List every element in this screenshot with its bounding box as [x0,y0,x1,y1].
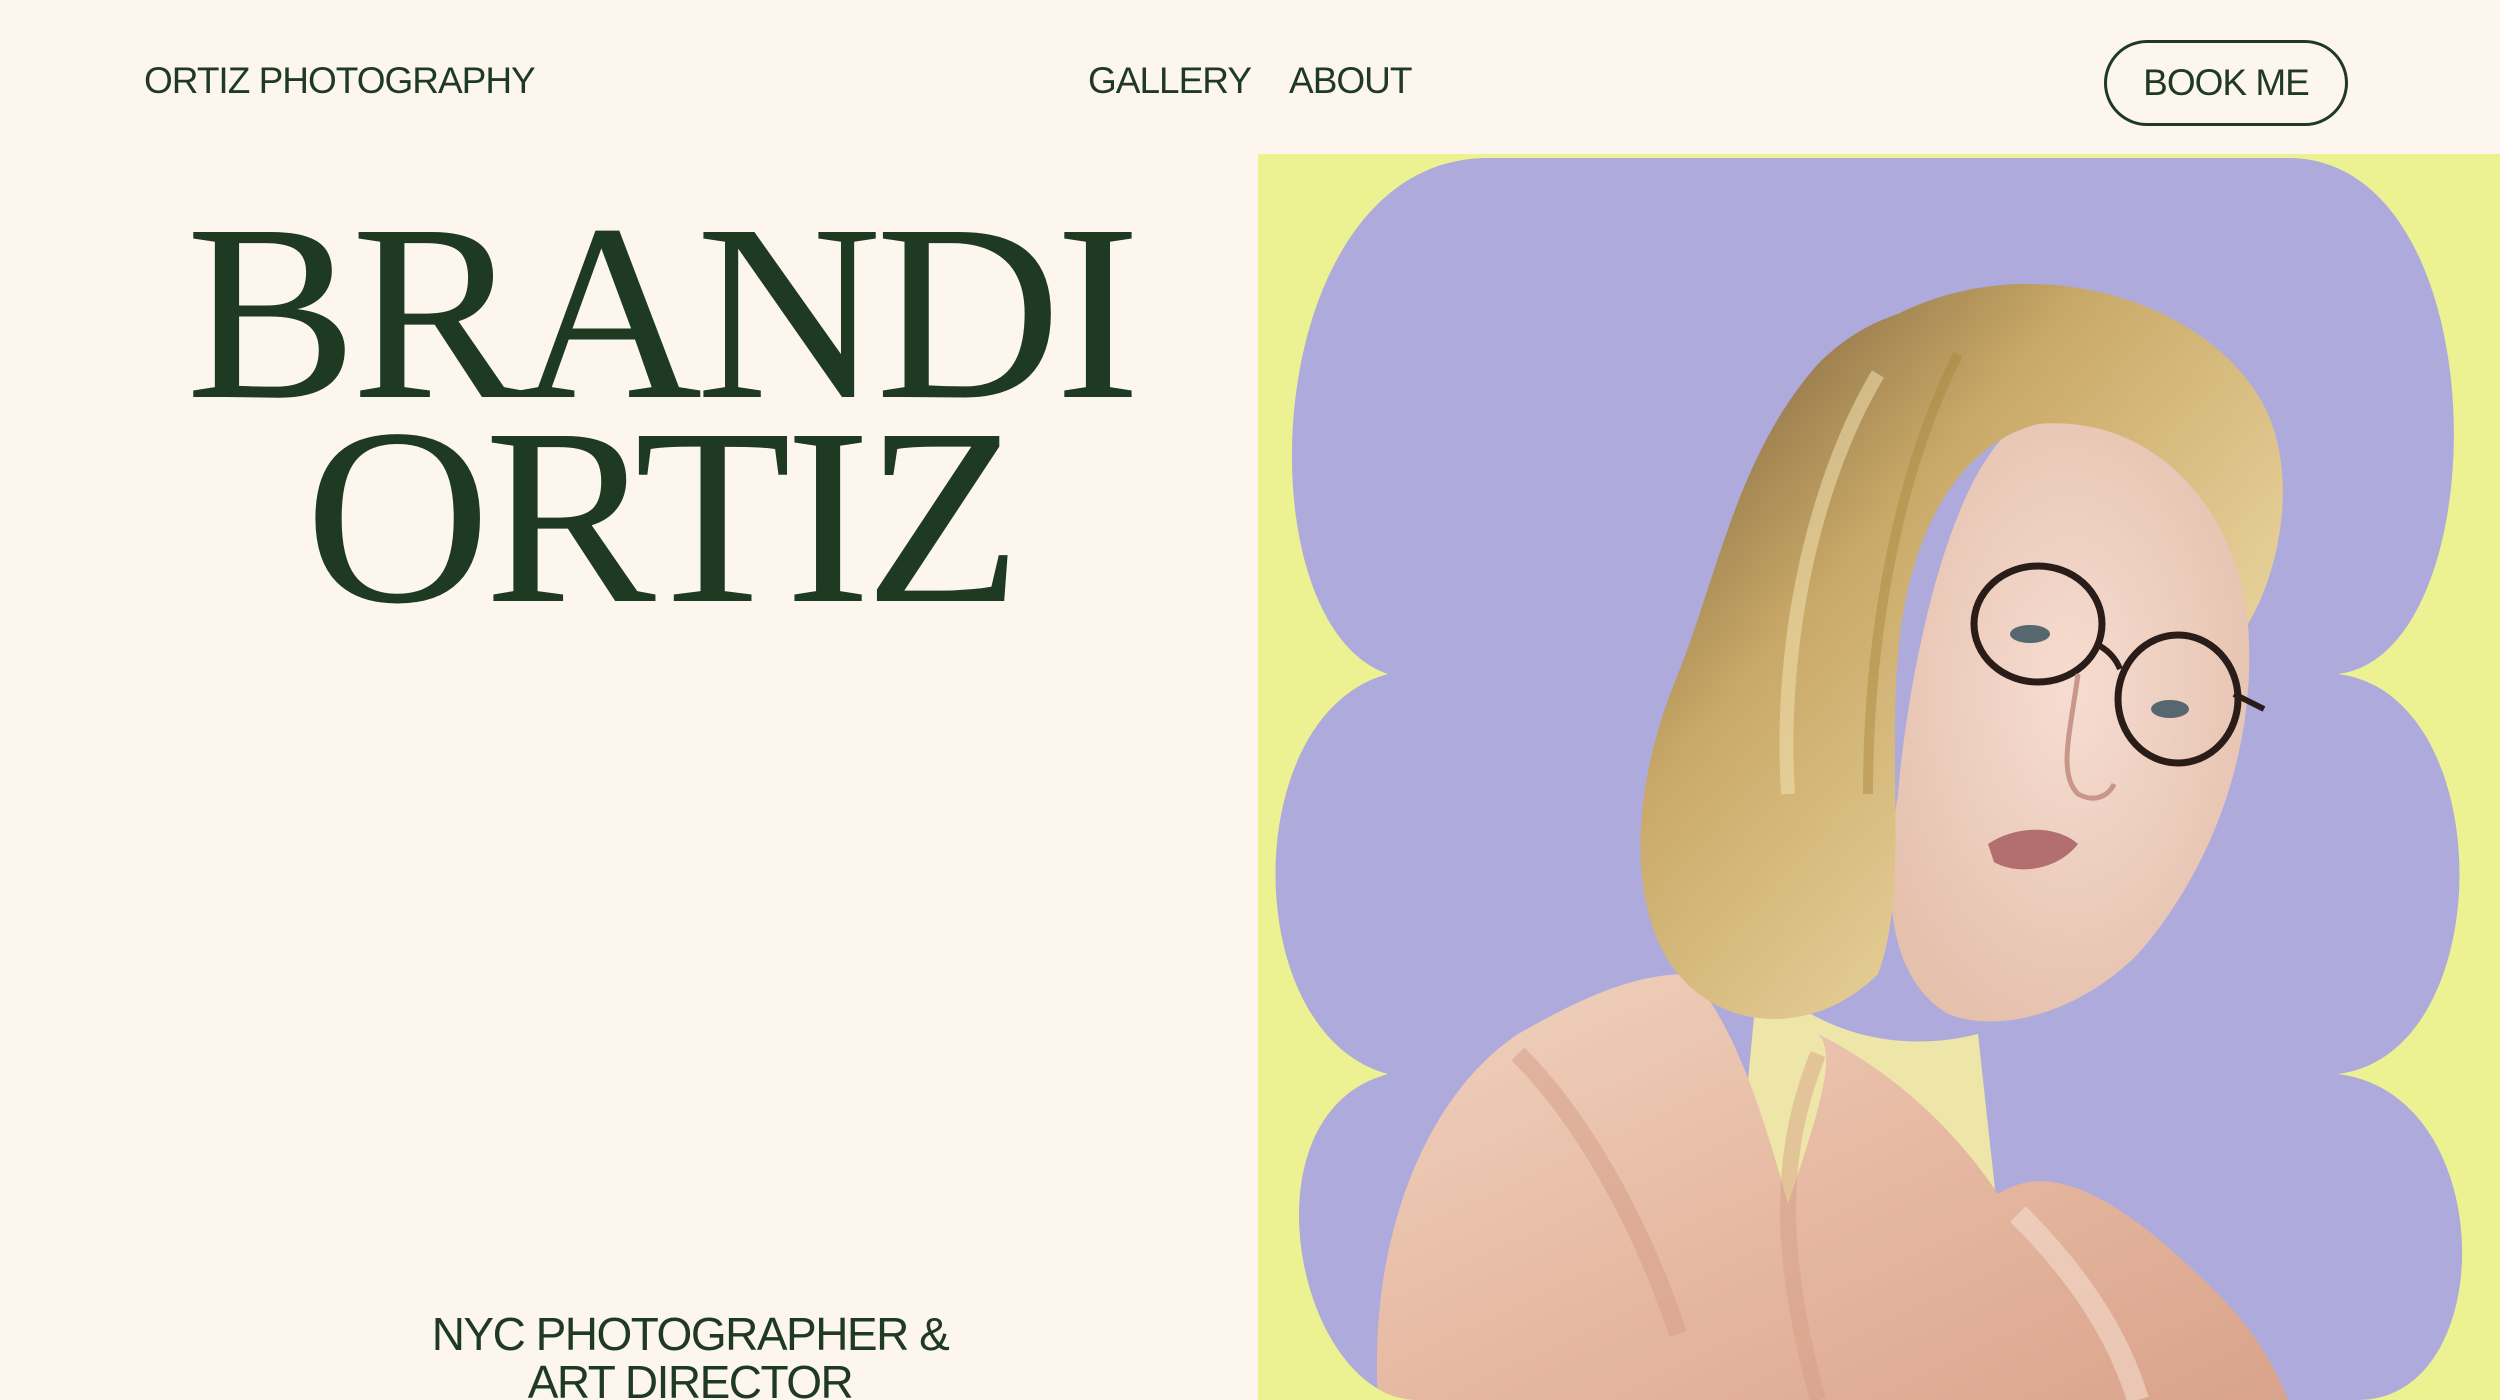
tagline-line-2: ART DIRECTOR [527,1356,854,1400]
site-logo[interactable]: ORTIZ PHOTOGRAPHY [144,60,536,102]
hero-name: BRANDI ORTIZ [140,186,1180,642]
hero-tagline: NYC PHOTOGRAPHER & ART DIRECTOR [330,1310,1050,1400]
main-nav: GALLERY ABOUT [1088,60,1413,102]
portrait-photo [1275,158,2463,1400]
hero-photo [1258,154,2500,1400]
nav-item-about[interactable]: ABOUT [1289,60,1412,102]
nav-item-gallery[interactable]: GALLERY [1088,60,1252,102]
tagline-line-1: NYC PHOTOGRAPHER & [431,1308,950,1360]
book-me-button[interactable]: BOOK ME [2104,40,2348,126]
